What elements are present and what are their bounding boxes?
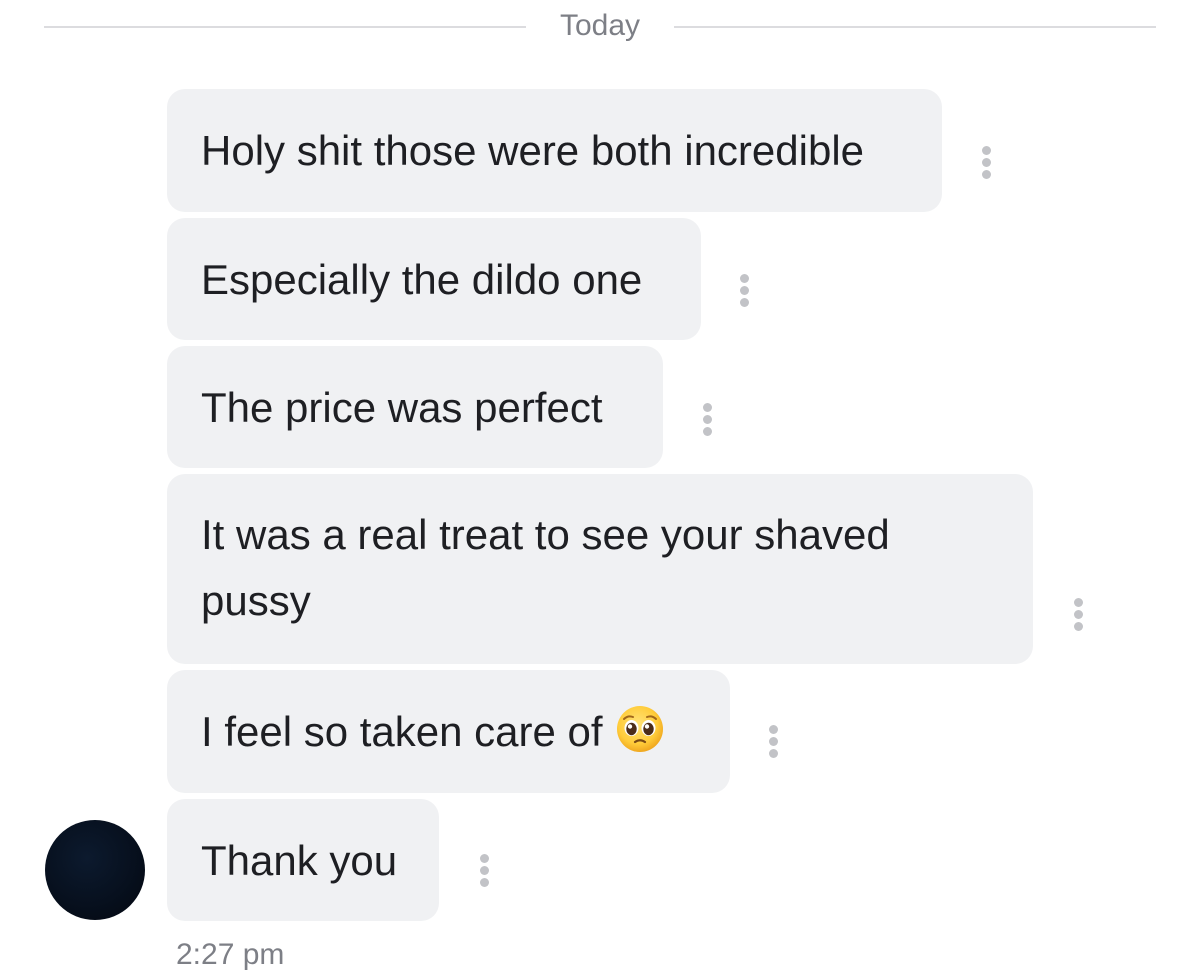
date-divider: Today <box>44 0 1156 54</box>
more-vertical-icon[interactable] <box>1073 598 1083 632</box>
message-text: Thank you <box>201 837 398 884</box>
message-bubble[interactable]: Especially the dildo one <box>167 218 701 340</box>
message-text: It was a real treat to see your shaved p… <box>201 511 890 624</box>
message-text: I feel so taken care of <box>201 708 603 755</box>
message-timestamp: 2:27 pm <box>176 938 285 971</box>
avatar[interactable] <box>45 820 145 920</box>
message-text: Especially the dildo one <box>201 256 643 303</box>
more-vertical-icon[interactable] <box>981 146 991 180</box>
message-text: The price was perfect <box>201 384 603 431</box>
pleading-face-emoji <box>615 704 665 774</box>
chat-thread: Today Holy shit those were both incredib… <box>0 0 1200 980</box>
date-divider-label: Today <box>559 9 641 42</box>
more-vertical-icon[interactable] <box>739 274 749 308</box>
message-bubble[interactable]: Thank you <box>167 799 439 921</box>
message-text: Holy shit those were both incredible <box>201 127 865 174</box>
message-bubble[interactable]: Holy shit those were both incredible <box>167 89 942 212</box>
message-bubble[interactable]: I feel so taken care of <box>167 670 730 793</box>
more-vertical-icon[interactable] <box>702 403 712 437</box>
more-vertical-icon[interactable] <box>768 725 778 759</box>
divider-line-left <box>44 26 526 28</box>
more-vertical-icon[interactable] <box>479 854 489 888</box>
message-bubble[interactable]: The price was perfect <box>167 346 663 468</box>
divider-line-right <box>674 26 1156 28</box>
message-bubble[interactable]: It was a real treat to see your shaved p… <box>167 474 1033 664</box>
